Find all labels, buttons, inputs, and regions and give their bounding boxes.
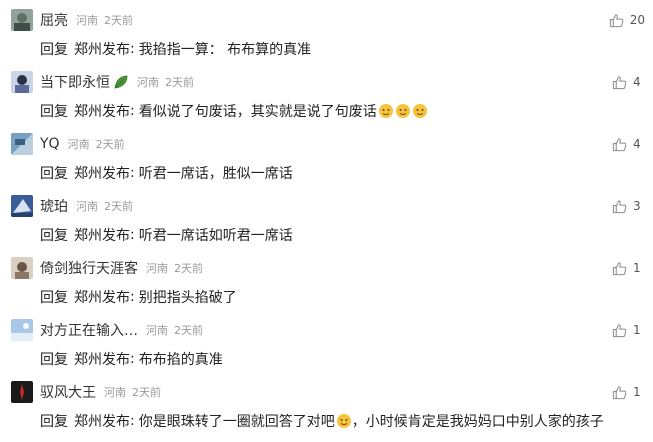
reply-colon: : <box>130 41 135 57</box>
location: 河南 <box>146 262 168 275</box>
comment-text: 听君一席话如听君一席话 <box>138 228 293 244</box>
avatar[interactable] <box>11 257 33 279</box>
reply-colon: : <box>130 413 135 429</box>
thumbs-up-icon <box>612 199 627 213</box>
timestamp: 2天前 <box>104 200 133 213</box>
thumbs-up-icon <box>612 323 627 337</box>
avatar[interactable] <box>11 319 33 341</box>
thumbs-up-icon <box>612 261 627 275</box>
comment-item: 琥珀 河南 2天前 回复 郑州发布: 听君一席话如听君一席话 3 <box>0 195 653 256</box>
comment-item: 屈亮 河南 2天前 回复 郑州发布: 我掐指一算： 布布算的真准 20 <box>0 9 653 70</box>
avatar[interactable] <box>11 9 33 31</box>
reply-target[interactable]: 郑州发布 <box>74 101 130 121</box>
location: 河南 <box>76 200 98 213</box>
reply-colon: : <box>130 289 135 305</box>
like-count: 1 <box>633 385 641 399</box>
like-count: 4 <box>633 137 641 151</box>
avatar[interactable] <box>11 133 33 155</box>
reply-colon: : <box>130 227 135 243</box>
comment-text: 看似说了句废话，其实就是说了句废话 <box>138 104 377 120</box>
reply-colon: : <box>130 103 135 119</box>
username[interactable]: 当下即永恒 <box>40 72 110 92</box>
location: 河南 <box>104 386 126 399</box>
like-button[interactable]: 4 <box>612 136 645 152</box>
reply-label: 回复 <box>40 42 68 58</box>
reply-target[interactable]: 郑州发布 <box>74 349 130 369</box>
timestamp: 2天前 <box>174 324 203 337</box>
like-button[interactable]: 1 <box>612 322 645 338</box>
thumbs-up-icon <box>609 13 624 27</box>
timestamp: 2天前 <box>174 262 203 275</box>
timestamp: 2天前 <box>104 14 133 27</box>
like-button[interactable]: 20 <box>609 12 645 28</box>
username[interactable]: 琥珀 <box>40 196 68 216</box>
reply-label: 回复 <box>40 290 68 306</box>
comment-text: 我掐指一算： 布布算的真准 <box>138 42 312 58</box>
comment-text: 别把指头掐破了 <box>138 290 237 306</box>
emoji-icon <box>412 103 428 119</box>
location: 河南 <box>76 14 98 27</box>
reply-label: 回复 <box>40 414 68 430</box>
like-button[interactable]: 1 <box>612 260 645 276</box>
username[interactable]: 屈亮 <box>40 10 68 30</box>
emoji-icon <box>395 103 411 119</box>
like-count: 3 <box>633 199 641 213</box>
reply-label: 回复 <box>40 228 68 244</box>
reply-target[interactable]: 郑州发布 <box>74 225 130 245</box>
timestamp: 2天前 <box>132 386 161 399</box>
username[interactable]: YQ <box>40 136 60 152</box>
username[interactable]: 倚剑独行天涯客 <box>40 258 138 278</box>
comment-text: 你是眼珠转了一圈就回答了对吧 <box>138 414 335 430</box>
emoji-icon <box>336 413 352 429</box>
reply-target[interactable]: 郑州发布 <box>74 411 130 431</box>
thumbs-up-icon <box>612 137 627 151</box>
reply-label: 回复 <box>40 166 68 182</box>
like-count: 1 <box>633 323 641 337</box>
location: 河南 <box>146 324 168 337</box>
username[interactable]: 对方正在输入… <box>40 320 138 340</box>
like-button[interactable]: 3 <box>612 198 645 214</box>
like-button[interactable]: 1 <box>612 384 645 400</box>
reply-label: 回复 <box>40 352 68 368</box>
comment-item: 对方正在输入… 河南 2天前 回复 郑州发布: 布布掐的真准 1 <box>0 319 653 380</box>
timestamp: 2天前 <box>165 76 194 89</box>
like-count: 4 <box>633 75 641 89</box>
comment-item: 倚剑独行天涯客 河南 2天前 回复 郑州发布: 别把指头掐破了 1 <box>0 257 653 318</box>
reply-target[interactable]: 郑州发布 <box>74 39 130 59</box>
reply-target[interactable]: 郑州发布 <box>74 287 130 307</box>
emoji-icon <box>378 103 394 119</box>
comment-text: 听君一席话，胜似一席话 <box>138 166 293 182</box>
comment-item: YQ 河南 2天前 回复 郑州发布: 听君一席话，胜似一席话 4 <box>0 133 653 194</box>
reply-target[interactable]: 郑州发布 <box>74 163 130 183</box>
comment-text: 布布掐的真准 <box>138 352 223 368</box>
reply-label: 回复 <box>40 104 68 120</box>
reply-colon: : <box>130 165 135 181</box>
like-count: 20 <box>629 13 645 27</box>
like-button[interactable]: 4 <box>612 74 645 90</box>
like-count: 1 <box>633 261 641 275</box>
comment-item: 驭风大王 河南 2天前 回复 郑州发布: 你是眼珠转了一圈就回答了对吧 ，小时候… <box>0 381 653 442</box>
avatar[interactable] <box>11 195 33 217</box>
comment-item: 当下即永恒 河南 2天前 回复 郑州发布: 看似说了句废话，其实就是说了句废话 … <box>0 71 653 132</box>
location: 河南 <box>67 138 90 151</box>
username[interactable]: 驭风大王 <box>40 382 96 402</box>
leaf-icon <box>113 74 129 90</box>
comment-text-continued: ，小时候肯定是我妈妈口中别人家的孩子 <box>351 414 604 430</box>
thumbs-up-icon <box>612 385 627 399</box>
thumbs-up-icon <box>612 75 627 89</box>
avatar[interactable] <box>11 71 33 93</box>
location: 河南 <box>137 76 159 89</box>
avatar[interactable] <box>11 381 33 403</box>
timestamp: 2天前 <box>95 138 125 151</box>
reply-colon: : <box>130 351 135 367</box>
